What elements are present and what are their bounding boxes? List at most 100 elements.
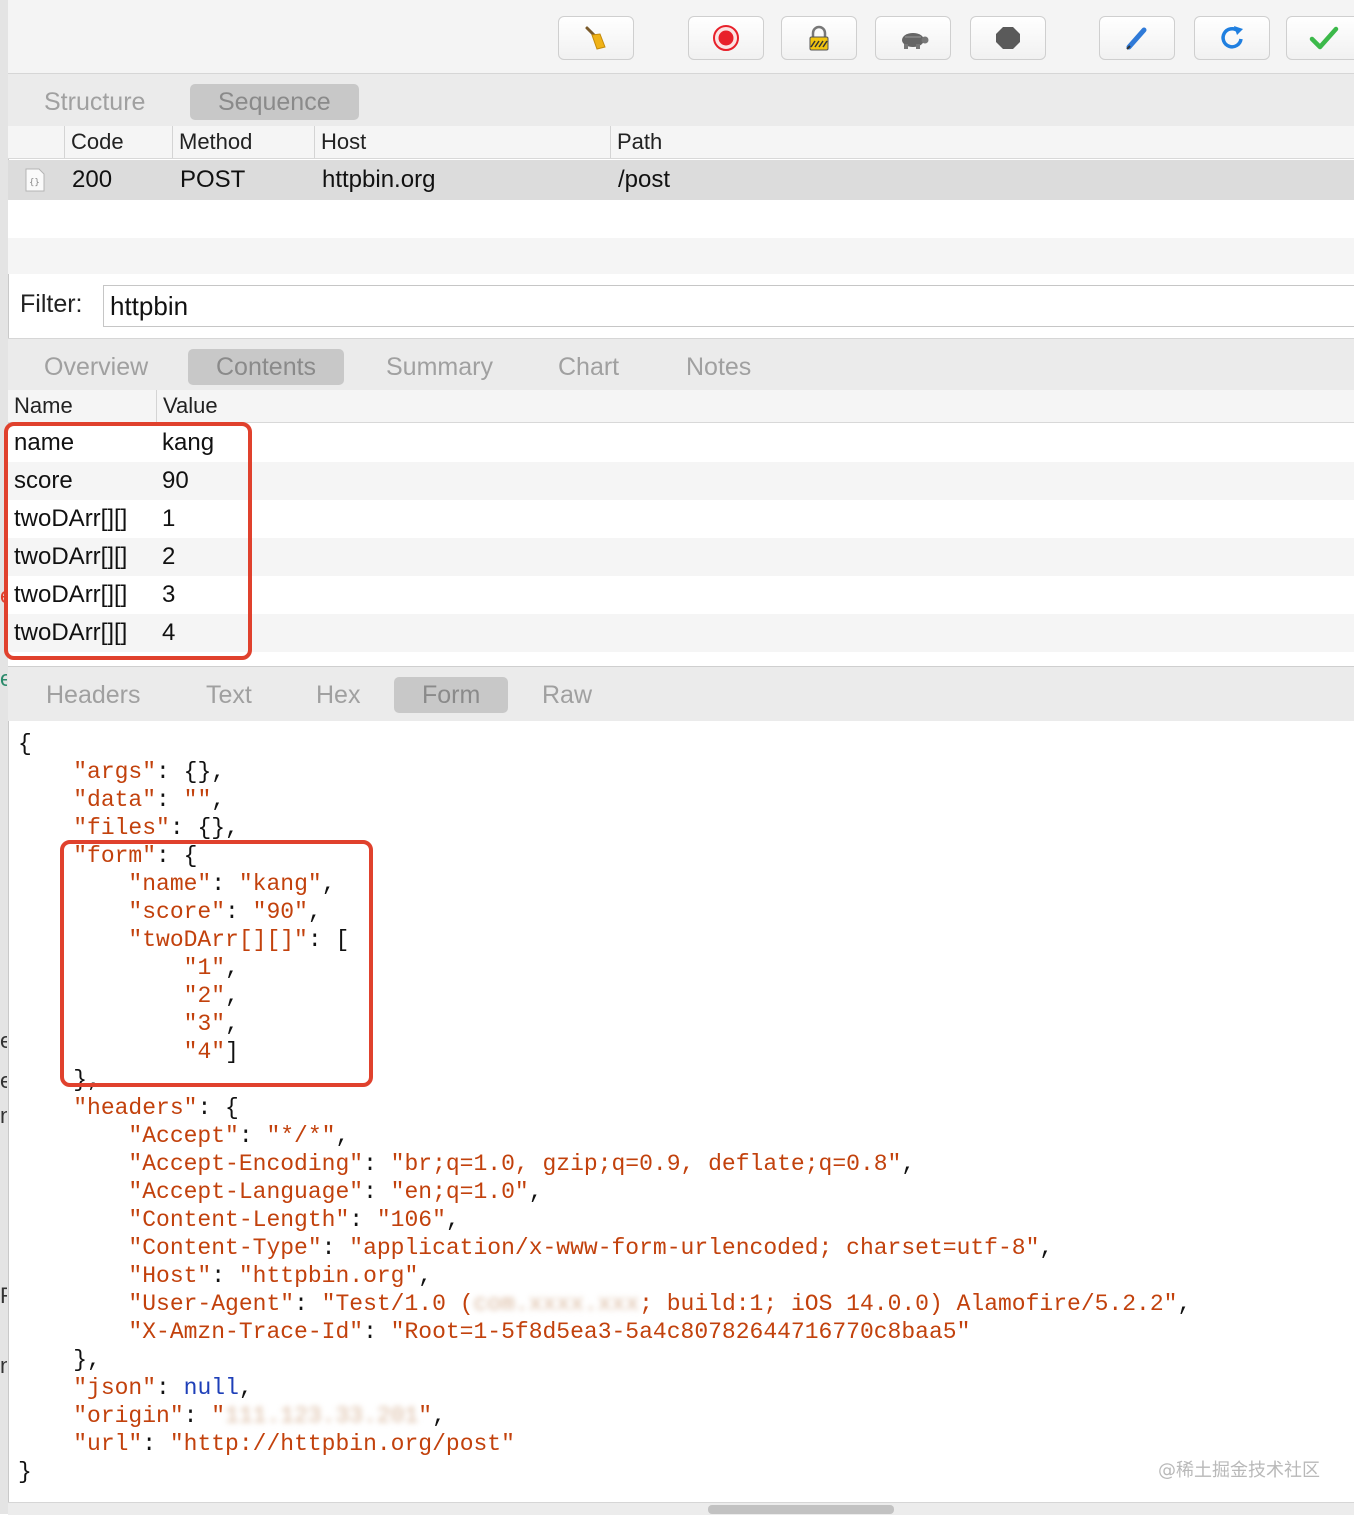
column-header-value[interactable]: Value [156, 390, 218, 422]
param-value: 90 [162, 467, 189, 494]
json-token: } [18, 1459, 32, 1485]
json-line: }, [18, 1066, 1338, 1094]
json-token: , [225, 955, 239, 981]
tab-text[interactable]: Text [178, 677, 280, 713]
table-row[interactable]: score 90 [8, 462, 1354, 500]
tab-hex[interactable]: Hex [288, 677, 388, 713]
request-method: POST [180, 166, 246, 193]
edge-glyph: n [0, 1355, 7, 1377]
edge-glyph: e [0, 585, 7, 607]
json-line: } [18, 1458, 1338, 1486]
json-token: " [418, 1403, 433, 1429]
json-token: , [1039, 1235, 1054, 1261]
json-token: "kang" [238, 871, 322, 897]
checkmark-icon [1308, 23, 1340, 53]
param-value: 4 [162, 619, 176, 646]
broom-icon [581, 23, 611, 53]
json-token: ; build:1; iOS 14.0.0) Alamofire/5.2.2" [639, 1291, 1178, 1317]
table-row[interactable]: twoDArr[][] 3 [8, 576, 1354, 614]
throttle-button[interactable] [875, 16, 951, 60]
horizontal-scrollbar[interactable] [8, 1502, 1354, 1515]
table-row[interactable]: twoDArr[][] 1 [8, 500, 1354, 538]
json-token: "X-Amzn-Trace-Id" [128, 1319, 364, 1345]
json-token: "br;q=1.0, gzip;q=0.9, deflate;q=0.8" [390, 1151, 902, 1177]
tab-notes[interactable]: Notes [658, 349, 779, 385]
column-header-host[interactable]: Host [314, 126, 366, 158]
param-value: 2 [162, 543, 176, 570]
json-token: "origin" [73, 1403, 184, 1429]
json-token: "Accept-Language" [128, 1179, 364, 1205]
filter-input[interactable] [103, 285, 1354, 327]
repeat-button[interactable] [1194, 16, 1270, 60]
record-button[interactable] [688, 16, 764, 60]
column-header-code[interactable]: Code [64, 126, 124, 158]
validate-button[interactable] [1286, 16, 1354, 60]
compose-button[interactable] [1099, 16, 1175, 60]
tab-summary[interactable]: Summary [358, 349, 521, 385]
json-token: : {}, [169, 815, 239, 841]
param-name: twoDArr[][] [14, 543, 128, 570]
json-token: : [156, 1375, 184, 1401]
json-token: : [211, 1263, 239, 1289]
request-path: /post [618, 166, 671, 193]
tab-headers[interactable]: Headers [18, 677, 169, 713]
column-header-method[interactable]: Method [172, 126, 252, 158]
json-line: "args": {}, [18, 758, 1338, 786]
tab-form[interactable]: Form [394, 677, 509, 713]
json-token: "Content-Type" [128, 1235, 322, 1261]
column-header-path[interactable]: Path [610, 126, 662, 158]
table-row[interactable]: name kang [8, 424, 1354, 462]
tab-sequence[interactable]: Sequence [190, 84, 359, 120]
json-token: "args" [73, 759, 157, 785]
json-token: "Accept-Encoding" [128, 1151, 364, 1177]
json-line: "json": null, [18, 1374, 1338, 1402]
ssl-proxy-button[interactable] [781, 16, 857, 60]
table-row[interactable]: twoDArr[][] 2 [8, 538, 1354, 576]
response-json-view[interactable]: { "args": {}, "data": "", "files": {}, "… [18, 730, 1338, 1486]
json-token: : [321, 1235, 350, 1261]
json-line: "score": "90", [18, 898, 1338, 926]
clear-button[interactable] [558, 16, 634, 60]
json-token: : [238, 1123, 267, 1149]
json-token: : [ [307, 927, 350, 953]
tab-structure[interactable]: Structure [16, 84, 173, 120]
json-token: "3" [183, 1011, 226, 1037]
edge-glyph: e [0, 1030, 7, 1052]
stop-button[interactable] [970, 16, 1046, 60]
tab-chart[interactable]: Chart [530, 349, 647, 385]
json-token: }, [18, 1067, 101, 1093]
table-row[interactable]: twoDArr[][] 4 [8, 614, 1354, 652]
param-name: twoDArr[][] [14, 581, 128, 608]
tab-raw[interactable]: Raw [514, 677, 620, 713]
json-line: "Host": "httpbin.org", [18, 1262, 1338, 1290]
json-token: : [349, 1207, 377, 1233]
tab-overview[interactable]: Overview [16, 349, 176, 385]
json-token: , [528, 1179, 543, 1205]
column-header-name[interactable]: Name [8, 390, 73, 422]
tab-contents[interactable]: Contents [188, 349, 345, 385]
json-token: , [211, 787, 226, 813]
json-line: "4"] [18, 1038, 1338, 1066]
json-token: , [335, 1123, 350, 1149]
json-token: "application/x-www-form-urlencoded; char… [349, 1235, 1040, 1261]
json-token: : { [197, 1095, 239, 1121]
svg-text:{}: {} [29, 178, 40, 188]
lock-icon [804, 23, 834, 53]
empty-row [8, 652, 1354, 666]
json-line: "twoDArr[][]": [ [18, 926, 1338, 954]
detail-tab-bar: Overview Contents Summary Chart Notes [8, 338, 1354, 391]
scrollbar-thumb[interactable] [708, 1505, 894, 1514]
view-tab-bar: Structure Sequence [8, 74, 1354, 126]
json-line: { [18, 730, 1338, 758]
json-token: "Host" [128, 1263, 212, 1289]
json-line: "X-Amzn-Trace-Id": "Root=1-5f8d5ea3-5a4c… [18, 1318, 1338, 1346]
table-row[interactable]: {} 200 POST httpbin.org /post [8, 160, 1354, 200]
